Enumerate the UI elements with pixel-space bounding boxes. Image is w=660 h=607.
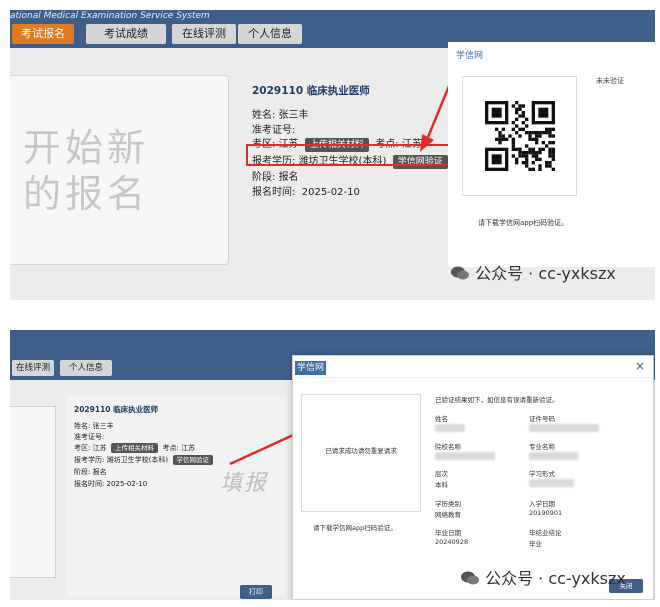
watermark-bottom: 公众号 · cc-yxkszx [460,565,626,589]
field-label: 入学日期 [529,500,555,508]
tab-exam-scores[interactable]: 考试成绩 [86,24,166,44]
region-row: 考区: 江苏 上传相关材料 考点: 江苏 [74,443,196,453]
modal-divider [293,377,653,378]
ticket-row: 准考证号: [252,125,296,136]
print-button[interactable]: 打印 [240,585,272,599]
qr-hint: 请下载学信网app扫码验证。 [478,219,569,227]
qr-code-icon [485,101,555,171]
tab-exam-registration[interactable]: 考试报名 [12,24,74,44]
field-label: 院校名称 [435,443,461,451]
field-label: 证件号码 [529,415,555,423]
field-label: 学历类别 [435,500,461,508]
modal-title: 学信网 [295,361,327,375]
chsi-result-modal: 学信网 × 已请求成功请勿重复请求 请下载学信网app扫码验证。 已验证结果如下… [292,355,654,600]
wechat-icon [461,571,479,585]
name-row: 姓名: 张三丰 [74,422,114,430]
watermark-top: 公众号 · cc-yxkszx [450,260,616,284]
redacted-value [435,424,465,432]
close-icon[interactable]: × [635,359,645,373]
request-status-text: 已请求成功请勿重复请求 [325,447,397,455]
field-value: 毕业 [529,540,542,548]
field-value: 20190901 [529,509,563,517]
tab-personal-info[interactable]: 个人信息 [238,24,302,44]
ticket-row: 准考证号: [74,433,105,441]
verification-summary: 已验证结果如下，如信息有误请重新验证。 [435,396,559,404]
stage-row: 阶段: 报名 [252,172,299,183]
time-row: 报名时间: 2025-02-10 [74,480,148,488]
name-row: 姓名: 张三丰 [252,110,309,121]
upload-materials-button[interactable]: 上传相关材料 [111,443,159,453]
field-value: 网络教育 [435,511,461,519]
tab-personal-info[interactable]: 个人信息 [60,360,112,376]
new-registration-text: 开始新 的报名 [23,126,150,216]
new-registration-card[interactable] [10,406,56,578]
qr-side-text: 未未验证 [596,77,624,85]
time-row: 报名时间: 2025-02-10 [252,187,360,198]
exam-title: 2029110 临床执业医师 [74,405,159,414]
field-label: 层次 [435,470,448,478]
redacted-value [435,452,495,460]
bottom-screenshot: 在线评测 个人信息 2029110 临床执业医师 姓名: 张三丰 准考证号: 考… [10,330,655,600]
request-status-box: 已请求成功请勿重复请求 [301,394,421,512]
qr-popup: 学信网 未未验证 请下载学信网app扫码验证。 [448,42,655,267]
field-value: 20240928 [435,538,469,546]
stage-row: 阶段: 报名 [74,468,107,476]
field-label: 学习形式 [529,470,555,478]
chsi-verify-button[interactable]: 学信网验证 [172,455,213,465]
field-label: 姓名 [435,415,448,423]
wechat-icon [451,266,469,280]
qr-popup-title: 学信网 [456,51,484,61]
field-label: 毕结业结论 [529,529,562,537]
education-row: 报考学历: 潍坊卫生学校(本科) 学信网验证 [74,455,213,465]
redacted-value [529,424,599,432]
field-label: 专业名称 [529,443,555,451]
new-registration-card[interactable]: 开始新 的报名 [10,75,229,265]
redacted-value [529,452,579,460]
tab-online-assessment[interactable]: 在线评测 [12,360,54,376]
field-value: 本科 [435,481,448,489]
exam-title: 2029110 临床执业医师 [252,85,370,97]
modal-hint: 请下载学信网app扫码验证。 [313,524,397,532]
redacted-value [529,479,574,487]
system-name: ational Medical Examination Service Syst… [10,11,210,21]
qr-frame [462,76,577,196]
top-screenshot: ational Medical Examination Service Syst… [10,10,655,300]
fill-report-text: 填报 [220,471,269,496]
field-label: 毕业日期 [435,529,461,537]
tab-online-assessment[interactable]: 在线评测 [172,24,236,44]
